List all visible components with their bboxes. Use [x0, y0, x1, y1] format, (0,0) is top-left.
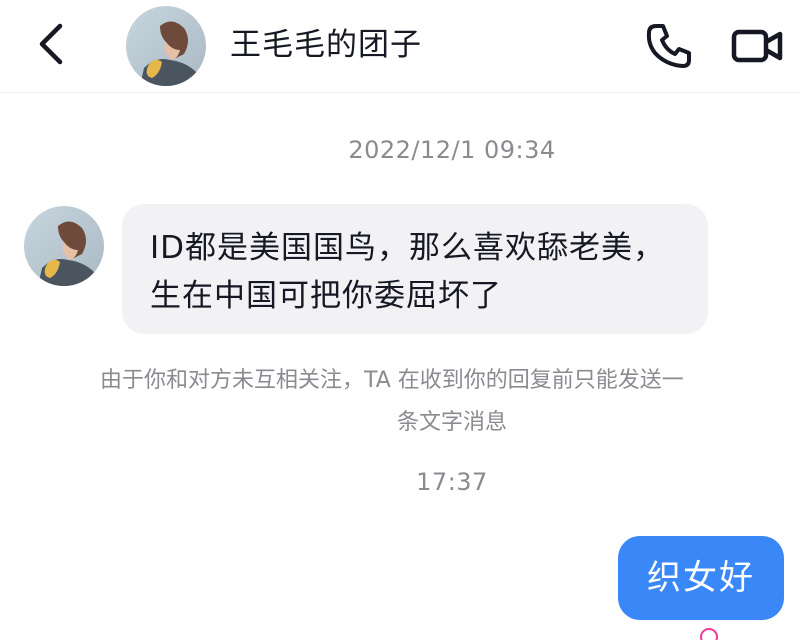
- message-timestamp: 2022/12/1 09:34: [348, 136, 556, 164]
- chat-screen: 王毛毛的团子 2022/12/1 09:34 ID都是美国国鸟，那么喜欢舔老美，…: [0, 0, 800, 640]
- chevron-left-icon: [39, 23, 63, 65]
- avatar-image: [24, 206, 104, 286]
- message-timestamp: 17:37: [416, 468, 488, 496]
- voice-call-button[interactable]: [640, 20, 696, 72]
- contact-avatar[interactable]: [126, 6, 206, 86]
- system-notice-line-2: 条文字消息: [396, 410, 507, 435]
- incoming-message-text: ID都是美国国鸟，那么喜欢舔老美，生在中国可把你委屈坏了: [150, 230, 666, 314]
- send-status-icon: [700, 628, 718, 640]
- avatar-image: [126, 6, 206, 86]
- chat-title[interactable]: 王毛毛的团子: [230, 22, 422, 68]
- outgoing-message-text: 织女好: [647, 558, 755, 598]
- video-call-button[interactable]: [728, 24, 788, 68]
- phone-icon: [646, 24, 691, 68]
- sender-avatar[interactable]: [24, 206, 104, 286]
- back-button[interactable]: [28, 14, 78, 74]
- chat-header: 王毛毛的团子: [0, 0, 800, 93]
- incoming-message-bubble[interactable]: ID都是美国国鸟，那么喜欢舔老美，生在中国可把你委屈坏了: [122, 204, 708, 334]
- outgoing-message-bubble[interactable]: 织女好: [618, 536, 784, 620]
- video-camera-icon: [731, 29, 783, 63]
